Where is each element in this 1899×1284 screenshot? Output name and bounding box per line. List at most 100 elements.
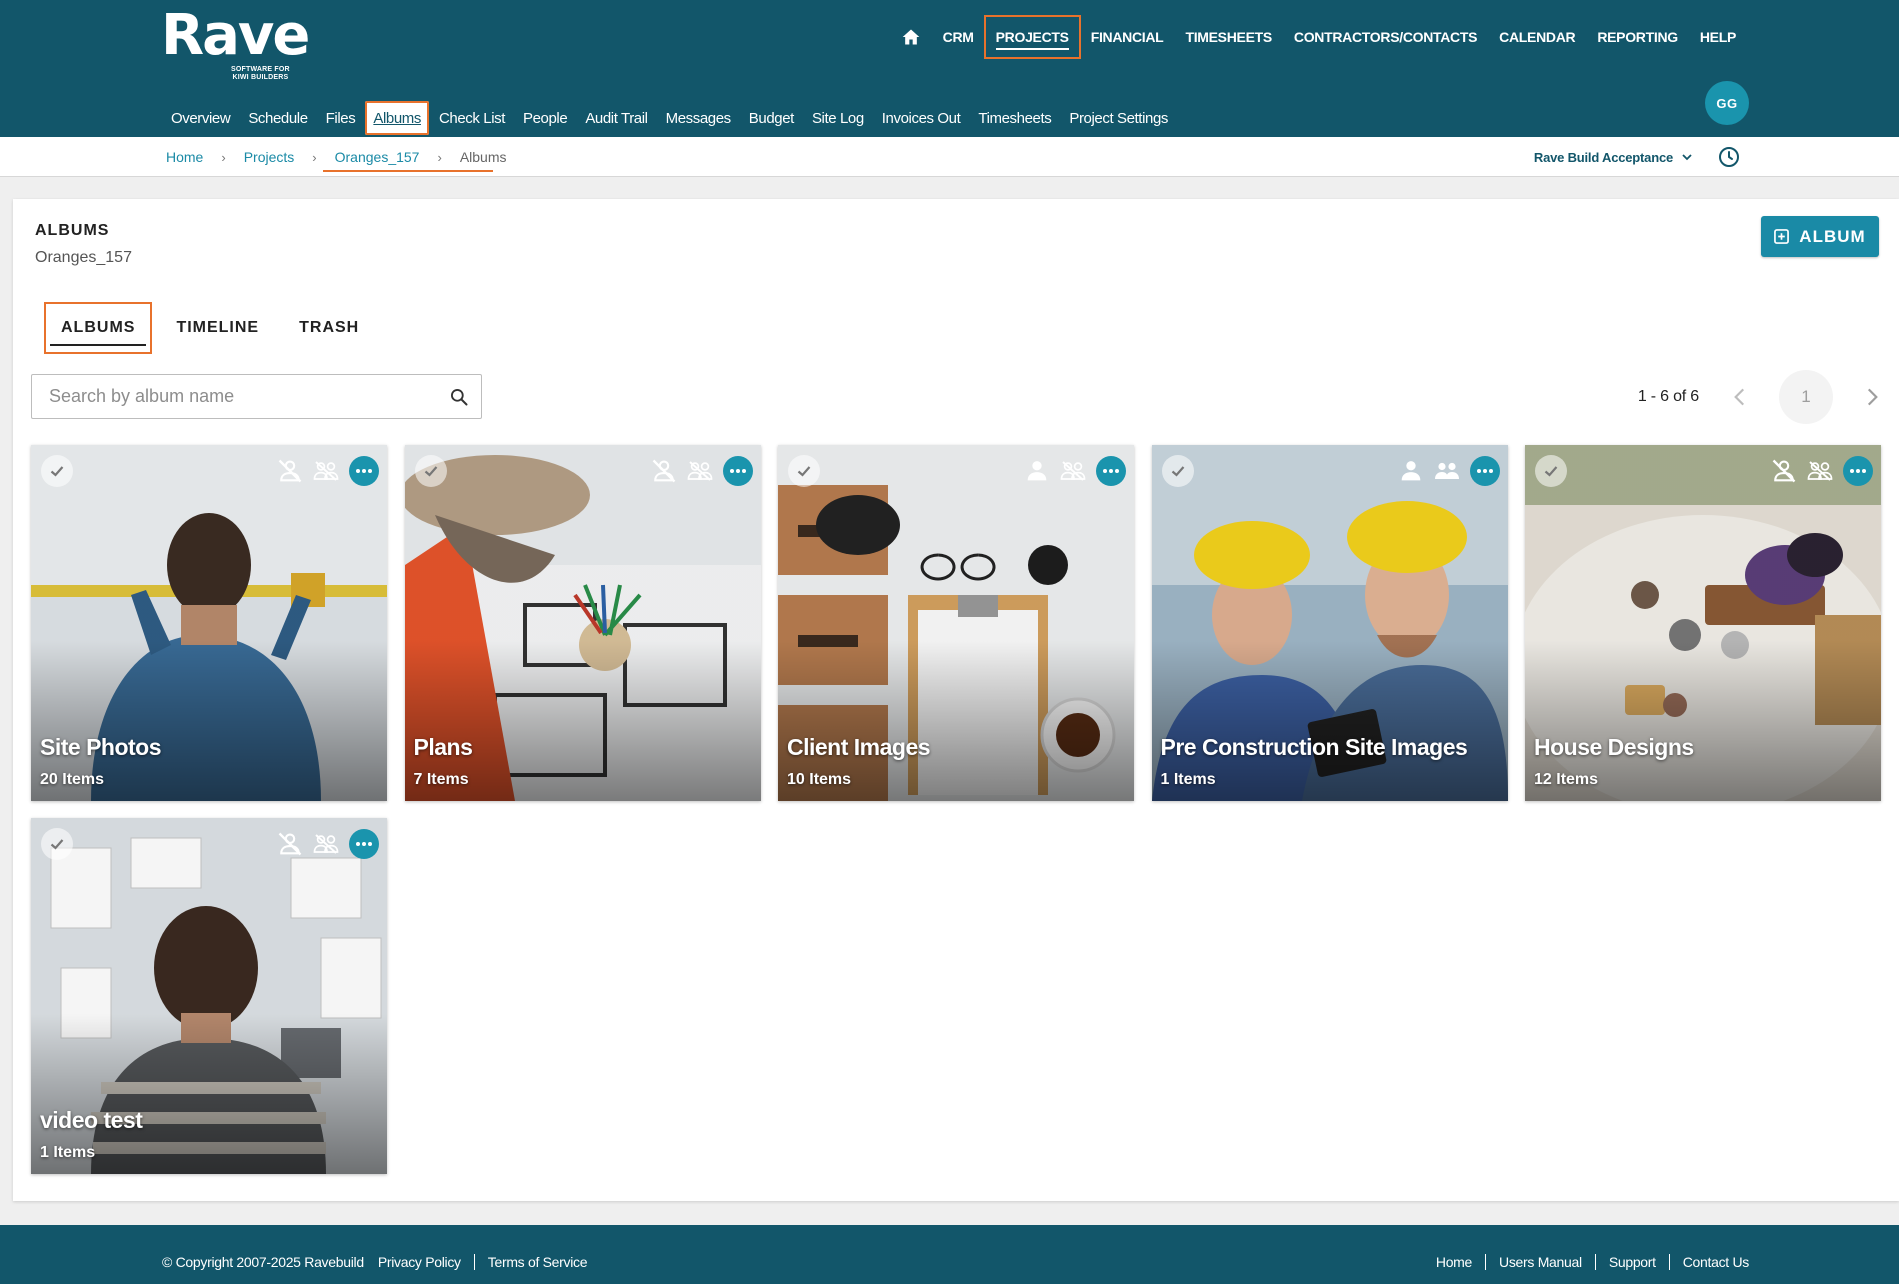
search-icon[interactable] bbox=[449, 387, 469, 407]
top-nav-contractors-contacts[interactable]: CONTRACTORS/CONTACTS bbox=[1283, 16, 1488, 58]
top-nav-reporting[interactable]: REPORTING bbox=[1586, 16, 1689, 58]
sub-nav-audit-trail[interactable]: Audit Trail bbox=[576, 101, 656, 135]
pagination-range: 1 - 6 of 6 bbox=[1637, 388, 1699, 405]
check-icon bbox=[797, 466, 811, 477]
album-name: video test bbox=[40, 1107, 143, 1133]
album-search-input[interactable] bbox=[49, 386, 449, 407]
footer-link-contact[interactable]: Contact Us bbox=[1683, 1254, 1750, 1270]
footer-link-terms[interactable]: Terms of Service bbox=[488, 1254, 588, 1270]
more-options-icon[interactable] bbox=[1096, 456, 1126, 486]
top-nav-label: PROJECTS bbox=[995, 29, 1069, 45]
footer-divider bbox=[1668, 1254, 1670, 1270]
top-nav-timesheets[interactable]: TIMESHEETS bbox=[1174, 16, 1282, 58]
footer-link-home[interactable]: Home bbox=[1436, 1254, 1472, 1270]
contractors-visible-icon[interactable] bbox=[1432, 456, 1462, 486]
breadcrumb-home[interactable]: Home bbox=[162, 139, 207, 175]
sub-nav-files[interactable]: Files bbox=[317, 101, 365, 135]
check-icon bbox=[50, 466, 64, 477]
contractors-hidden-icon[interactable] bbox=[311, 829, 341, 859]
album-select-checkbox[interactable] bbox=[1535, 455, 1567, 487]
sub-nav-albums[interactable]: Albums bbox=[365, 101, 429, 135]
check-icon bbox=[424, 466, 437, 477]
pagination: 1 - 6 of 6 1 bbox=[1638, 369, 1885, 425]
album-card-plans[interactable]: Plans 7 Items bbox=[404, 445, 761, 801]
top-nav-label: REPORTING bbox=[1597, 29, 1678, 45]
contractors-hidden-icon[interactable] bbox=[1805, 456, 1835, 486]
rave-logo[interactable]: Rave SOFTWARE FOR KIWI BUILDERS bbox=[161, 8, 310, 82]
page-subtitle: Oranges_157 bbox=[35, 249, 132, 266]
album-card-client-images[interactable]: Client Images 10 Items bbox=[778, 445, 1134, 801]
logo-tagline: SOFTWARE FOR KIWI BUILDERS bbox=[231, 66, 290, 81]
album-card-site-photos[interactable]: Site Photos 20 Items bbox=[31, 445, 387, 801]
sub-nav-timesheets[interactable]: Timesheets bbox=[969, 101, 1060, 135]
client-visible-icon[interactable] bbox=[1396, 456, 1426, 486]
album-item-count: 12 Items bbox=[1534, 771, 1599, 788]
footer-divider bbox=[1594, 1254, 1596, 1270]
client-hidden-icon[interactable] bbox=[1769, 456, 1799, 486]
albums-panel: ALBUMS Oranges_157 ALBUM ALBUMS TIMELINE T… bbox=[13, 199, 1899, 1201]
footer-copyright: © Copyright 2007-2025 Ravebuild bbox=[162, 1254, 364, 1270]
sub-nav-check-list[interactable]: Check List bbox=[430, 101, 514, 135]
footer-right: Home Users Manual Support Contact Us bbox=[1436, 1225, 1749, 1284]
sub-nav-project-settings[interactable]: Project Settings bbox=[1060, 101, 1177, 135]
top-nav-label: CRM bbox=[942, 29, 974, 45]
page-title: ALBUMS bbox=[35, 222, 110, 239]
chevron-left-icon[interactable] bbox=[1727, 384, 1753, 410]
album-item-count: 20 Items bbox=[40, 771, 105, 788]
top-nav-label: CALENDAR bbox=[1499, 29, 1576, 45]
company-selector[interactable]: Rave Build Acceptance bbox=[1534, 137, 1693, 177]
album-item-count: 1 Items bbox=[40, 1144, 96, 1161]
check-icon bbox=[1544, 466, 1558, 477]
add-album-button[interactable]: ALBUM bbox=[1761, 216, 1879, 257]
tab-albums[interactable]: ALBUMS bbox=[44, 302, 153, 354]
contractors-hidden-icon[interactable] bbox=[685, 456, 715, 486]
more-options-icon[interactable] bbox=[349, 456, 379, 486]
top-nav-label: CONTRACTORS/CONTACTS bbox=[1293, 29, 1478, 45]
check-icon bbox=[50, 839, 64, 850]
client-visible-icon[interactable] bbox=[1022, 456, 1052, 486]
album-name: Client Images bbox=[787, 734, 931, 760]
tab-trash[interactable]: TRASH bbox=[279, 302, 379, 354]
top-nav-help[interactable]: HELP bbox=[1689, 16, 1747, 58]
album-card-video-test[interactable]: video test 1 Items bbox=[31, 818, 387, 1174]
album-select-checkbox[interactable] bbox=[788, 455, 820, 487]
contractors-hidden-icon[interactable] bbox=[311, 456, 341, 486]
footer-link-support[interactable]: Support bbox=[1609, 1254, 1656, 1270]
sub-nav-invoices-out[interactable]: Invoices Out bbox=[873, 101, 970, 135]
user-avatar[interactable]: GG bbox=[1705, 81, 1749, 125]
top-nav-crm[interactable]: CRM bbox=[932, 16, 985, 58]
sub-nav-site-log[interactable]: Site Log bbox=[803, 101, 873, 135]
sub-nav-schedule[interactable]: Schedule bbox=[239, 101, 316, 135]
sub-nav-overview[interactable]: Overview bbox=[162, 101, 239, 135]
history-clock-icon[interactable] bbox=[1717, 145, 1741, 169]
pagination-page-button[interactable]: 1 bbox=[1779, 370, 1833, 424]
top-nav-home[interactable] bbox=[890, 16, 932, 58]
client-hidden-icon[interactable] bbox=[275, 829, 305, 859]
more-options-icon[interactable] bbox=[1469, 456, 1500, 486]
album-card-house-designs[interactable]: House Designs 12 Items bbox=[1525, 445, 1881, 801]
chevron-right-icon[interactable] bbox=[1859, 384, 1885, 410]
client-hidden-icon[interactable] bbox=[275, 456, 305, 486]
sub-nav-budget[interactable]: Budget bbox=[740, 101, 803, 135]
more-options-icon[interactable] bbox=[1843, 456, 1873, 486]
sub-nav-messages[interactable]: Messages bbox=[657, 101, 740, 135]
top-nav-financial[interactable]: FINANCIAL bbox=[1080, 16, 1175, 58]
client-hidden-icon[interactable] bbox=[649, 456, 679, 486]
more-options-icon[interactable] bbox=[349, 829, 379, 859]
album-select-checkbox[interactable] bbox=[41, 455, 73, 487]
album-select-checkbox[interactable] bbox=[41, 828, 73, 860]
contractors-hidden-icon[interactable] bbox=[1058, 456, 1088, 486]
album-select-checkbox[interactable] bbox=[414, 455, 447, 487]
active-underline bbox=[995, 48, 1069, 50]
album-card-pre-construction-site-images[interactable]: Pre Construction Site Images 1 Items bbox=[1151, 445, 1508, 801]
footer-link-users-manual[interactable]: Users Manual bbox=[1499, 1254, 1582, 1270]
album-select-checkbox[interactable] bbox=[1161, 455, 1194, 487]
chevron-right-icon: › bbox=[437, 149, 442, 165]
sub-nav-people[interactable]: People bbox=[514, 101, 576, 135]
more-options-icon[interactable] bbox=[722, 456, 753, 486]
top-nav-calendar[interactable]: CALENDAR bbox=[1488, 16, 1586, 58]
tab-timeline[interactable]: TIMELINE bbox=[156, 302, 279, 354]
breadcrumb-projects[interactable]: Projects bbox=[240, 139, 299, 175]
top-nav-projects[interactable]: PROJECTS bbox=[983, 15, 1081, 59]
footer-link-privacy[interactable]: Privacy Policy bbox=[378, 1254, 461, 1270]
